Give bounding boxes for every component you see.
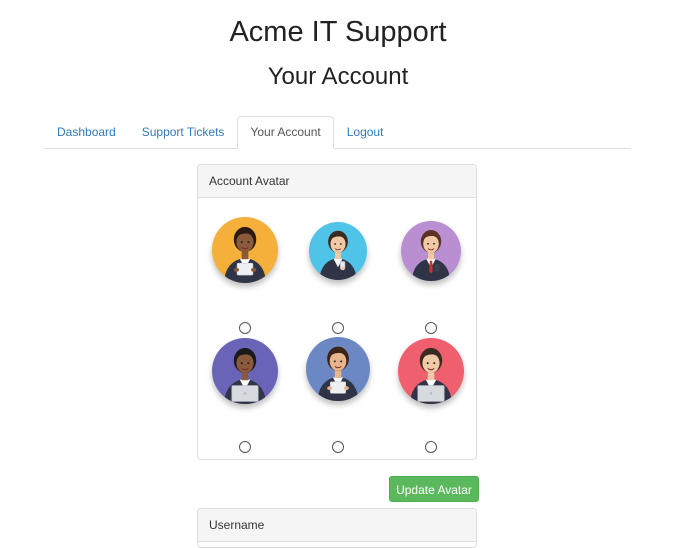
page-title: Your Account [267,63,409,90]
avatar-image [212,338,278,404]
avatar-option[interactable] [384,206,478,334]
avatar-image [309,222,367,280]
avatar-option[interactable] [198,325,292,453]
avatar-option[interactable] [198,206,292,334]
avatar-radio[interactable] [239,441,251,453]
avatar-grid [198,198,478,460]
panel-heading: Account Avatar [198,165,476,198]
tab-dashboard[interactable]: Dashboard [44,116,129,148]
avatar-image [398,338,464,404]
avatar-image [401,221,461,281]
tab-logout[interactable]: Logout [334,116,397,148]
update-avatar-button[interactable]: Update Avatar [389,476,479,502]
avatar-radio[interactable] [425,441,437,453]
avatar-option[interactable] [291,325,385,453]
nav-tabs: Dashboard Support Tickets Your Account L… [44,116,631,149]
tab-your-account[interactable]: Your Account [237,116,334,149]
username-panel: Username [197,508,477,548]
tab-support-tickets[interactable]: Support Tickets [129,116,238,148]
avatar-option[interactable] [291,206,385,334]
panel-heading: Username [198,509,476,542]
avatar-option[interactable] [384,325,478,453]
site-title: Acme IT Support [229,16,447,48]
account-avatar-panel: Account Avatar [197,164,477,460]
avatar-image [306,337,370,401]
avatar-image [212,217,278,283]
avatar-radio[interactable] [332,441,344,453]
